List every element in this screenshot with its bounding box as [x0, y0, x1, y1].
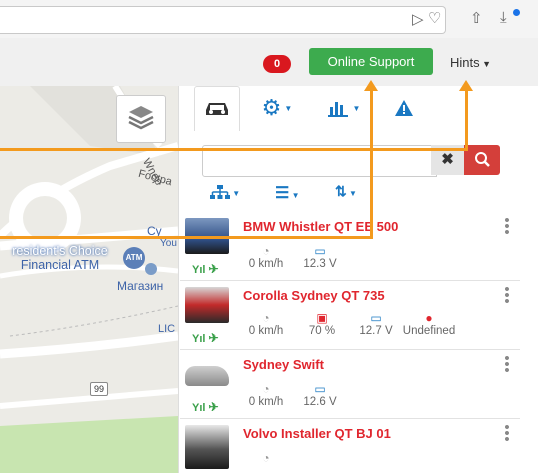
heart-icon[interactable]: ♡	[428, 9, 441, 27]
vehicle-photo	[185, 287, 229, 323]
voltage-value: 12.7 V	[359, 325, 393, 337]
annotation-arrow-icon	[364, 80, 378, 91]
map-you-label: You	[160, 238, 177, 249]
search-button[interactable]	[464, 145, 500, 175]
online-support-button[interactable]: Online Support	[309, 48, 433, 75]
layers-icon	[128, 106, 154, 130]
voltage-metric: ▭ 12.7 V	[353, 311, 399, 337]
address-bar[interactable]	[0, 6, 446, 34]
sort-icon: ⇅	[335, 183, 347, 199]
map-shop-label: Магазин	[117, 279, 164, 293]
caret-down-icon: ▼	[230, 189, 241, 198]
vehicle-row[interactable]: Sydney Swift • • • Yıl ✈ ◔ 0 km/h ▭ 12.6 V	[180, 351, 520, 419]
caret-down-icon: ▼	[479, 59, 492, 69]
voltage-metric: ▭ 12.6 V	[300, 382, 340, 408]
speed-metric: ◔ 0 km/h	[246, 382, 286, 408]
caret-down-icon: ▼	[352, 103, 361, 113]
more-options-icon[interactable]: • • •	[504, 282, 510, 309]
battery-icon: ▭	[370, 311, 382, 325]
more-options-icon[interactable]: • • •	[504, 213, 510, 240]
vehicle-name[interactable]: Sydney Swift	[243, 357, 324, 372]
voltage-value: 12.6 V	[303, 396, 337, 408]
battery-icon: ▭	[314, 244, 326, 258]
vehicle-name[interactable]: BMW Whistler QT EE 500	[243, 219, 398, 234]
tab-reports[interactable]: ▼	[319, 86, 369, 130]
vehicle-row[interactable]: Corolla Sydney QT 735 • • • Yıl ✈ ◔ 0 km/h…	[180, 282, 520, 350]
send-icon[interactable]: ▷	[412, 10, 424, 28]
list-view-dropdown[interactable]: ☰ ▼	[275, 183, 299, 203]
speed-value: 0 km/h	[248, 396, 284, 408]
car-icon	[206, 103, 228, 115]
bar-chart-icon	[327, 102, 348, 117]
speedometer-icon: ◔	[262, 382, 270, 396]
sort-dropdown[interactable]: ⇅ ▼	[335, 183, 357, 200]
fuel-metric: ▣ 70 %	[302, 311, 342, 337]
download-icon[interactable]: ⤓	[500, 9, 507, 26]
fuel-icon: ▣	[316, 311, 328, 325]
tab-settings[interactable]: ⚙ ▼	[252, 86, 302, 130]
annotation-line	[370, 90, 373, 239]
annotation-arrow-icon	[459, 80, 473, 91]
route-shield: 99	[90, 382, 108, 396]
map-poi-label: resident's Choice Financial ATM	[0, 244, 120, 272]
tab-vehicles[interactable]	[194, 86, 240, 131]
signal-gps-icon: Yıl ✈	[192, 331, 219, 345]
map-layers-button[interactable]	[116, 95, 166, 143]
annotation-line	[0, 236, 372, 239]
map-lic-label: LIC	[158, 323, 176, 335]
driver-metric: ● Undefined	[398, 311, 460, 337]
atm-marker-icon[interactable]: ATM	[123, 247, 145, 269]
speedometer-icon: ◔	[262, 244, 270, 258]
voltage-value: 12.3 V	[303, 258, 337, 270]
caret-down-icon: ▼	[289, 191, 300, 200]
hints-dropdown[interactable]: Hints ▼	[450, 55, 491, 70]
caret-down-icon: ▼	[284, 103, 293, 113]
atm-marker-text: ATM	[125, 253, 143, 262]
speed-metric: ◔	[246, 451, 286, 465]
speed-value: 0 km/h	[248, 325, 284, 337]
share-icon[interactable]: ⇧	[470, 9, 483, 27]
speedometer-icon: ◔	[262, 311, 270, 325]
tab-alerts[interactable]	[384, 86, 424, 130]
speed-metric: ◔ 0 km/h	[246, 311, 286, 337]
voltage-metric: ▭ 12.3 V	[300, 244, 340, 270]
close-icon: ✖	[441, 151, 454, 168]
notification-badge[interactable]: 0	[263, 55, 291, 73]
hierarchy-icon	[210, 185, 230, 200]
more-options-icon[interactable]: • • •	[504, 351, 510, 378]
more-options-icon[interactable]: • • •	[504, 420, 510, 447]
annotation-line	[0, 148, 467, 151]
notification-dot-icon	[513, 9, 520, 16]
vehicle-name[interactable]: Volvo Installer QT BJ 01	[243, 426, 391, 441]
vehicle-photo	[185, 366, 229, 386]
group-dropdown[interactable]: ▼	[210, 183, 241, 200]
speed-value: 0 km/h	[248, 258, 284, 270]
speed-metric: ◔ 0 km/h	[246, 244, 286, 270]
vehicle-photo	[185, 425, 229, 469]
map-view[interactable]: Wnep Footpa resident's Choice Financial …	[0, 86, 178, 473]
annotation-line	[465, 90, 468, 151]
driver-value: Undefined	[402, 325, 456, 337]
fuel-value: 70 %	[308, 325, 336, 337]
list-icon: ☰	[275, 185, 290, 202]
warning-icon	[395, 100, 413, 116]
caret-down-icon: ▼	[346, 189, 357, 198]
vehicle-row[interactable]: Volvo Installer QT BJ 01 • • • ◔	[180, 420, 520, 473]
speedometer-icon: ◔	[262, 451, 270, 465]
gear-icon: ⚙	[261, 95, 282, 120]
poi-line2: Financial ATM	[20, 258, 100, 272]
battery-icon: ▭	[314, 382, 326, 396]
signal-gps-icon: Yıl ✈	[192, 400, 219, 414]
vehicle-name[interactable]: Corolla Sydney QT 735	[243, 288, 385, 303]
search-icon	[475, 152, 490, 167]
signal-gps-icon: Yıl ✈	[192, 262, 219, 276]
vehicle-row[interactable]: BMW Whistler QT EE 500 • • • Yıl ✈ ◔ 0 km/…	[180, 213, 520, 281]
hints-label: Hints	[450, 55, 480, 70]
driver-icon: ●	[425, 311, 433, 325]
poi-line1: resident's Choice	[12, 244, 108, 258]
